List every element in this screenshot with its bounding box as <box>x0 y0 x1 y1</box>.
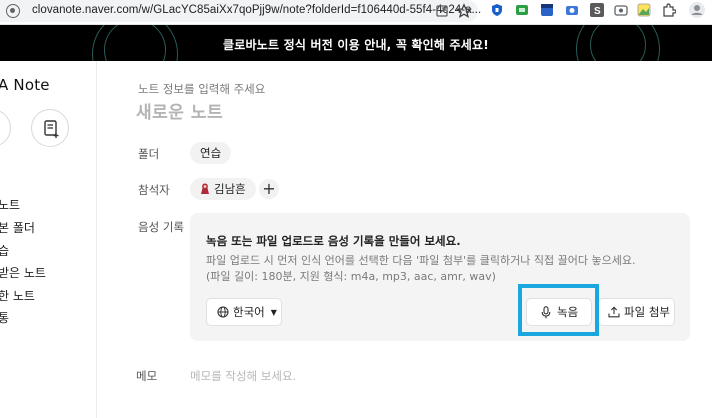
browser-toolbar: clovanote.naver.com/w/GLacYC85aiXx7qoPjj… <box>0 0 712 25</box>
folder-chip[interactable]: 연습 <box>190 142 232 164</box>
voice-record-label: 음성 기록 <box>138 220 184 234</box>
note-title-input[interactable]: 새로운 노트 <box>136 98 223 123</box>
site-info-icon[interactable] <box>6 4 20 18</box>
green-extension-icon[interactable] <box>515 3 529 17</box>
record-button-highlight <box>518 284 599 336</box>
camera-extension-icon[interactable] <box>565 3 579 17</box>
attendee-name: 김남흔 <box>214 182 246 196</box>
sidebar-item-practice[interactable]: 습 <box>0 242 9 259</box>
address-bar[interactable]: clovanote.naver.com/w/GLacYC85aiXx7qoPjj… <box>0 0 481 22</box>
language-value: 한국어 <box>233 305 265 319</box>
share-icon[interactable] <box>434 3 450 19</box>
add-attendee-button[interactable]: + <box>259 179 279 199</box>
url-text[interactable]: clovanote.naver.com/w/GLacYC85aiXx7qoPjj… <box>32 4 481 16</box>
profile-avatar-icon[interactable] <box>688 1 706 19</box>
voice-record-panel[interactable]: 녹음 또는 파일 업로드로 음성 기록을 만들어 보세요. 파일 업로드 시 먼… <box>190 213 690 341</box>
s-extension-icon[interactable]: S <box>590 3 604 17</box>
extensions-puzzle-icon[interactable] <box>662 3 676 17</box>
attendees-label: 참석자 <box>138 183 170 197</box>
attach-file-label: 파일 첨부 <box>624 305 670 319</box>
attach-file-button[interactable]: 파일 첨부 <box>598 298 675 326</box>
shield-extension-icon[interactable] <box>490 3 504 17</box>
app-logo[interactable]: A Note <box>0 76 50 94</box>
sidebar-item-notes[interactable]: 노트 <box>0 196 20 213</box>
caret-down-icon: ▼ <box>270 307 277 317</box>
announcement-banner[interactable]: 클로바노트 정식 버전 이용 안내, 꼭 확인해 주세요! <box>0 25 712 61</box>
record-heading: 녹음 또는 파일 업로드로 음성 기록을 만들어 보세요. <box>206 234 461 248</box>
sidebar-item-shared[interactable]: 한 노트 <box>0 287 35 304</box>
language-select[interactable]: 한국어 ▼ <box>206 298 282 326</box>
attendee-chip[interactable]: 김남흔 <box>190 178 256 200</box>
sidebar-item-trash[interactable]: 통 <box>0 309 9 326</box>
sidebar-item-folder[interactable]: 본 폴더 <box>0 219 35 236</box>
screenshot-extension-icon[interactable] <box>614 3 628 17</box>
new-note-button[interactable] <box>31 109 69 147</box>
note-info-hint: 노트 정보를 입력해 주세요 <box>138 82 266 96</box>
attendee-avatar-icon <box>201 183 209 194</box>
memo-label: 메모 <box>136 369 158 383</box>
svg-text:S: S <box>594 6 601 17</box>
image-extension-icon[interactable] <box>637 3 651 17</box>
blue-extension-icon[interactable] <box>540 3 554 17</box>
sidebar: A Note 노트 본 폴더 습 받은 노트 한 노트 통 <box>0 61 97 418</box>
sidebar-item-received[interactable]: 받은 노트 <box>0 264 46 281</box>
folder-label: 폴더 <box>138 147 160 161</box>
record-description: 파일 업로드 시 먼저 인식 언어를 선택한 다음 '파일 첨부'를 클릭하거나… <box>206 254 636 267</box>
memo-input[interactable]: 메모를 작성해 보세요. <box>190 368 296 384</box>
sidebar-circle-button[interactable] <box>0 109 11 147</box>
upload-icon <box>608 306 620 318</box>
globe-icon <box>217 306 229 318</box>
new-note-icon <box>44 120 59 138</box>
record-formats: (파일 길이: 180분, 지원 형식: m4a, mp3, aac, amr,… <box>206 270 496 283</box>
note-editor: 노트 정보를 입력해 주세요 새로운 노트 폴더 연습 참석자 김남흔 + 음성… <box>98 61 712 418</box>
banner-text[interactable]: 클로바노트 정식 버전 이용 안내, 꼭 확인해 주세요! <box>0 36 712 53</box>
plus-icon: + <box>262 179 276 198</box>
bookmark-star-icon[interactable] <box>456 3 472 19</box>
